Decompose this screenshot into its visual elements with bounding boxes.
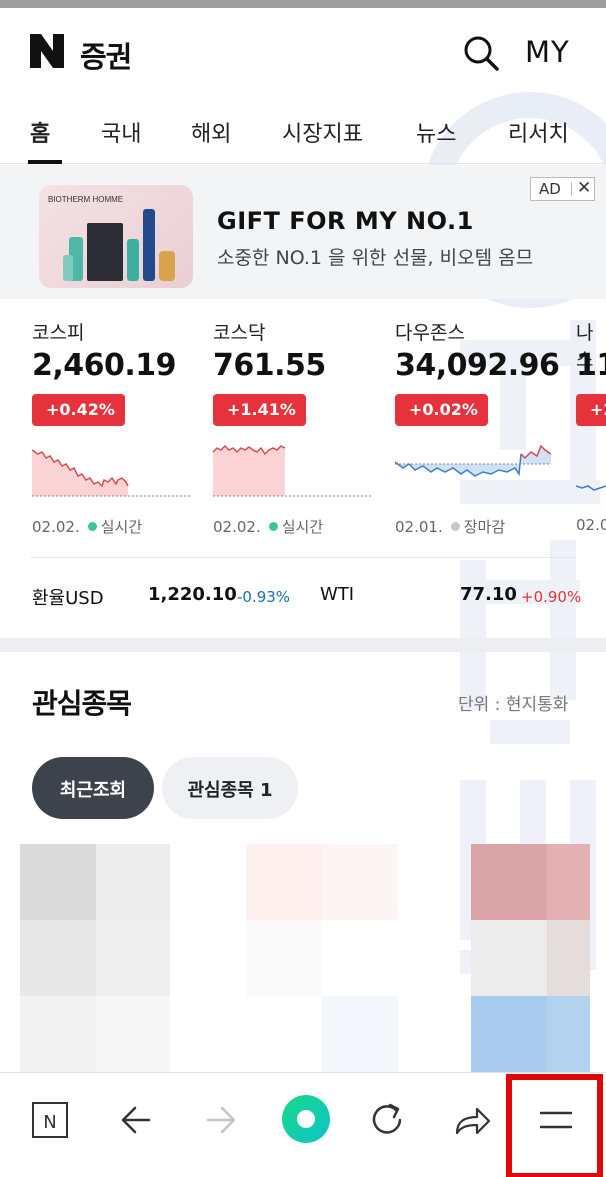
ad-image[interactable]: BIOTHERM HOMME (39, 185, 193, 288)
app-title[interactable]: 증권 (80, 34, 132, 76)
index-status: 실시간 (100, 518, 143, 536)
blurred-tile (322, 844, 398, 920)
status-bar (0, 0, 606, 8)
blurred-tile (322, 996, 398, 1072)
index-sparkline (32, 449, 190, 497)
index-card-kospi[interactable]: 코스피 2,460.19 +0.42% 02.02. 실시간 (32, 318, 207, 548)
index-value: 761.55 (213, 348, 326, 383)
ad-badge[interactable]: AD ✕ (530, 177, 595, 201)
closed-dot-icon (450, 522, 460, 531)
blurred-tile (547, 996, 590, 1072)
fx-usd-change: -0.93% (237, 588, 291, 606)
naver-home-icon-letter: N (43, 1112, 56, 1133)
blurred-tile (96, 920, 170, 996)
index-status: 실시간 (281, 518, 324, 536)
index-status: 장마감 (463, 518, 506, 536)
index-name: 다우존스 (395, 322, 465, 344)
blurred-tile (471, 920, 547, 996)
section-separator (0, 638, 606, 652)
index-date: 02.0 (576, 516, 606, 534)
back-arrow-icon[interactable] (109, 1093, 163, 1147)
naver-home-icon[interactable]: N (23, 1093, 77, 1147)
blurred-tile (96, 844, 170, 920)
highlight-box-menu (506, 1074, 603, 1177)
tab-news[interactable]: 뉴스 (416, 116, 456, 148)
realtime-dot-icon (87, 522, 97, 531)
tab-domestic[interactable]: 국내 (101, 116, 141, 148)
index-card-dow-jones[interactable]: 다우존스 34,092.96 +0.02% 02.01. 장마감 (395, 318, 570, 548)
index-value: 34,092.96 (395, 348, 560, 383)
watchlist-content-blurred (20, 844, 590, 1072)
watchlist-unit-label: 단위 : 현지통화 (458, 695, 569, 715)
app-header: 증권 MY (0, 8, 606, 96)
index-sparkline (576, 485, 606, 491)
index-change-badge: +0.02% (395, 394, 488, 426)
ad-banner[interactable]: BIOTHERM HOMME GIFT FOR MY NO.1 소중한 NO.1… (0, 165, 606, 299)
ad-product-shape (87, 223, 123, 281)
watchlist-title: 관심종목 (32, 687, 132, 720)
fx-wti-change: +0.90% (521, 588, 582, 606)
chip-recent-views[interactable]: 최근조회 (32, 757, 154, 819)
ad-product-shape (127, 239, 139, 281)
blurred-tile (246, 920, 322, 996)
fx-usd-label[interactable]: 환율USD (32, 584, 104, 610)
index-meta: 02.0 (576, 516, 606, 534)
ad-product-shape (63, 255, 73, 281)
fx-wti-label[interactable]: WTI (320, 584, 354, 605)
index-value: 2,460.19 (32, 348, 177, 383)
blurred-tile (20, 920, 96, 996)
ad-product-shape (143, 209, 155, 281)
index-date: 02.01. (395, 518, 443, 536)
blurred-tile (20, 844, 96, 920)
ad-product-shape (159, 251, 175, 281)
refresh-icon[interactable] (360, 1093, 414, 1147)
index-change-badge: +2 (576, 394, 606, 426)
index-change-badge: +0.42% (32, 394, 125, 426)
index-card-nasdaq[interactable]: 나스 11 +2 02.0 (576, 318, 606, 548)
index-change-badge: +1.41% (213, 394, 306, 426)
blurred-tile (20, 996, 96, 1072)
tab-overseas[interactable]: 해외 (191, 116, 231, 148)
blurred-tile (96, 996, 170, 1072)
naver-n-logo-icon[interactable] (30, 34, 64, 68)
index-meta: 02.01. 장마감 (395, 516, 505, 537)
share-icon[interactable] (445, 1093, 499, 1147)
active-tab-indicator (28, 160, 62, 164)
ad-badge-label: AD (539, 180, 561, 198)
index-sparkline (395, 444, 552, 477)
forward-arrow-icon[interactable] (194, 1093, 248, 1147)
index-meta: 02.02. 실시간 (32, 516, 142, 537)
tab-research[interactable]: 리서치 (508, 116, 569, 148)
ad-badge-divider (571, 182, 572, 196)
blurred-tile (471, 996, 547, 1072)
tab-home[interactable]: 홈 (30, 116, 50, 148)
green-dot-icon[interactable] (276, 1089, 336, 1149)
index-name: 코스피 (32, 322, 85, 344)
realtime-dot-icon (268, 522, 278, 531)
ad-title[interactable]: GIFT FOR MY NO.1 (217, 207, 474, 235)
index-sparkline (213, 444, 371, 497)
fx-wti-value[interactable]: 77.10 (460, 584, 517, 605)
blurred-tile (471, 844, 547, 920)
blurred-tile (547, 920, 590, 996)
close-icon[interactable]: ✕ (577, 178, 591, 198)
index-date: 02.02. (32, 518, 80, 536)
fx-usd-value[interactable]: 1,220.10 (148, 584, 237, 605)
ad-subtitle[interactable]: 소중한 NO.1 을 위한 선물, 비오템 옴므 (217, 243, 533, 270)
index-name: 코스닥 (213, 322, 266, 344)
chip-watchlist-1[interactable]: 관심종목 1 (162, 757, 298, 819)
my-button[interactable]: MY (525, 35, 570, 69)
main-tabs: 홈 국내 해외 시장지표 뉴스 리서치 (0, 96, 606, 164)
divider (30, 557, 576, 558)
index-date: 02.02. (213, 518, 261, 536)
tab-market-indicators[interactable]: 시장지표 (282, 116, 363, 148)
blurred-tile (246, 844, 322, 920)
index-card-kosdaq[interactable]: 코스닥 761.55 +1.41% 02.02. 실시간 (213, 318, 388, 548)
ad-brand-logo: BIOTHERM HOMME (48, 195, 124, 204)
search-icon[interactable] (462, 34, 500, 72)
blurred-tile (547, 844, 590, 920)
index-meta: 02.02. 실시간 (213, 516, 323, 537)
index-value: 11 (576, 348, 606, 383)
